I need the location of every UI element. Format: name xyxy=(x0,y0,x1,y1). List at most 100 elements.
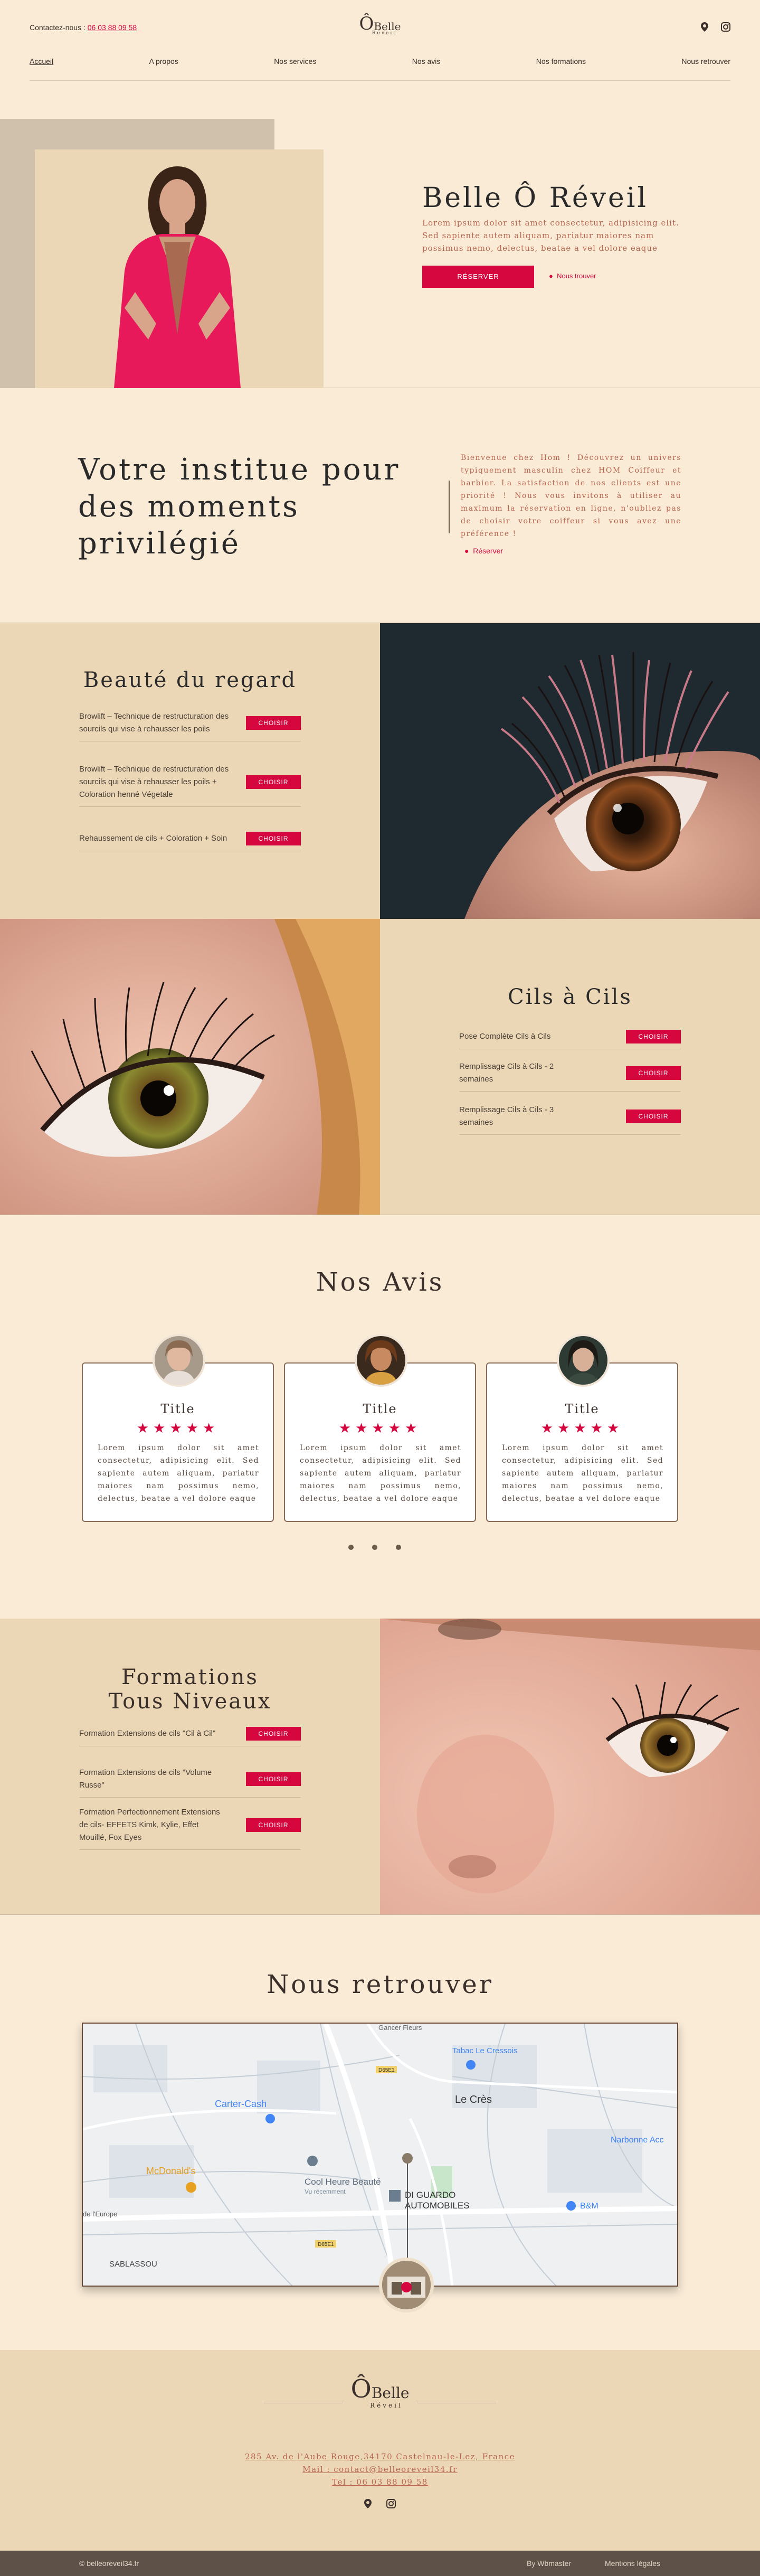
avis-title: Nos Avis xyxy=(316,1267,444,1297)
map-label: Carter-Cash xyxy=(215,2099,267,2109)
star-rating: ★★★★★ xyxy=(136,1421,220,1436)
eye-lashes-image xyxy=(380,623,760,919)
footer-mail[interactable]: Mail : contact@belleoreveil34.fr xyxy=(0,2463,760,2476)
footer-address[interactable]: 285 Av. de l'Aube Rouge,34170 Castelnau-… xyxy=(0,2450,760,2463)
carousel-dot[interactable] xyxy=(372,1545,377,1550)
review-text: Lorem ipsum dolor sit amet consectetur, … xyxy=(98,1444,259,1503)
mentions-legales-link[interactable]: Mentions légales xyxy=(605,2559,660,2568)
nous-trouver-label: Nous trouver xyxy=(557,272,596,280)
formation-label: Formation Extensions de cils "Volume Rus… xyxy=(79,1768,212,1790)
institut-divider xyxy=(449,481,450,533)
choisir-button[interactable]: CHOISIR xyxy=(246,832,301,845)
logo-o: Ô xyxy=(359,13,374,34)
review-text: Lorem ipsum dolor sit amet consectetur, … xyxy=(300,1444,461,1503)
logo-reveil: Réveil xyxy=(370,2402,403,2409)
footer: Ô Belle Réveil 285 Av. de l'Aube Rouge,3… xyxy=(0,2350,760,2551)
formations-title-line1: Formations xyxy=(121,1665,259,1689)
formation-label: Formation Extensions de cils "Cil à Cil" xyxy=(79,1729,216,1738)
regard-panel: Beauté du regard Browlift – Technique de… xyxy=(0,623,380,919)
footer-tel[interactable]: Tel : 06 03 88 09 58 xyxy=(0,2476,760,2488)
logo-o: Ô xyxy=(350,2374,372,2404)
phone-link[interactable]: 06 03 88 09 58 xyxy=(88,23,137,32)
hero-photo xyxy=(35,149,324,388)
footer-contact: 285 Av. de l'Aube Rouge,34170 Castelnau-… xyxy=(0,2450,760,2488)
map-label: de l'Europe xyxy=(83,2210,117,2218)
hero-title: Belle Ô Réveil xyxy=(422,182,649,214)
nav-formations[interactable]: Nos formations xyxy=(536,57,586,65)
star-rating: ★★★★★ xyxy=(338,1421,422,1436)
instagram-icon[interactable] xyxy=(386,2499,396,2508)
nav-avis[interactable]: Nos avis xyxy=(412,57,441,65)
nous-trouver-link[interactable]: ● Nous trouver xyxy=(549,272,596,280)
choisir-button[interactable]: CHOISIR xyxy=(246,1727,301,1741)
star-rating: ★★★★★ xyxy=(540,1421,624,1436)
green-eye-image xyxy=(0,919,380,1215)
carousel-dot[interactable] xyxy=(348,1545,354,1550)
contact-label: Contactez-nous : xyxy=(30,23,86,32)
carousel-dot[interactable] xyxy=(396,1545,401,1550)
map-label: SABLASSOU xyxy=(109,2260,157,2269)
review-card: Title ★★★★★ Lorem ipsum dolor sit amet c… xyxy=(284,1334,476,1522)
map-pin-icon[interactable] xyxy=(364,2499,372,2508)
logo-belle: Belle xyxy=(371,2384,410,2402)
reserver-link[interactable]: ● Réserver xyxy=(464,547,503,555)
avatar xyxy=(153,1334,205,1387)
choisir-button[interactable]: CHOISIR xyxy=(626,1066,681,1080)
wbmaster-link[interactable]: By Wbmaster xyxy=(527,2559,571,2568)
map-marker-photo[interactable] xyxy=(379,2258,434,2312)
bullet-icon: ● xyxy=(464,547,473,555)
map-label: Narbonne Acc xyxy=(611,2136,664,2145)
review-title: Title xyxy=(363,1402,397,1416)
hero-section: Belle Ô Réveil Lorem ipsum dolor sit ame… xyxy=(0,119,760,388)
bottom-bar: © belleoreveil34.fr By Wbmaster Mentions… xyxy=(0,2551,760,2576)
avatar xyxy=(355,1334,407,1387)
footer-icons xyxy=(364,2499,396,2508)
cils-panel: Cils à Cils Pose Complète Cils à Cils CH… xyxy=(380,919,760,1215)
woman-portrait-image xyxy=(35,149,324,388)
hero-text: Lorem ipsum dolor sit amet consectetur, … xyxy=(422,218,679,253)
site-header: Contactez-nous : 06 03 88 09 58 Ô Belle … xyxy=(0,0,760,84)
map-embed[interactable]: D65E1 D65E1 Tabac Le Cressois Gancer Fle… xyxy=(82,2023,678,2287)
regard-title: Beauté du regard xyxy=(83,668,297,692)
main-nav: Accueil A propos Nos services Nos avis N… xyxy=(30,57,730,81)
choisir-button[interactable]: CHOISIR xyxy=(246,716,301,730)
reserver-link-label: Réserver xyxy=(473,547,504,555)
choisir-button[interactable]: CHOISIR xyxy=(246,775,301,789)
choisir-button[interactable]: CHOISIR xyxy=(246,1772,301,1786)
choisir-button[interactable]: CHOISIR xyxy=(626,1030,681,1043)
review-card: Title ★★★★★ Lorem ipsum dolor sit amet c… xyxy=(82,1334,274,1522)
institut-title: Votre institue pour des moments privilég… xyxy=(78,453,401,561)
nav-accueil[interactable]: Accueil xyxy=(30,57,53,65)
cils-title: Cils à Cils xyxy=(508,985,632,1009)
map-label: DI GUARDO xyxy=(405,2190,455,2200)
map-pin-icon[interactable] xyxy=(701,22,708,32)
formation-row: Formation Perfectionnement Extensions de… xyxy=(79,1806,301,1850)
choisir-button[interactable]: CHOISIR xyxy=(626,1110,681,1123)
map-label: Tabac Le Cressois xyxy=(452,2046,517,2055)
formation-row: Formation Extensions de cils "Volume Rus… xyxy=(79,1766,301,1798)
formation-row: Formation Extensions de cils "Cil à Cil"… xyxy=(79,1727,301,1746)
choisir-button[interactable]: CHOISIR xyxy=(246,1818,301,1832)
face-closeup-image xyxy=(380,1619,760,1914)
bullet-icon: ● xyxy=(549,272,557,280)
review-title: Title xyxy=(565,1402,600,1416)
avatar xyxy=(557,1334,610,1387)
header-icons xyxy=(701,22,730,32)
map-label: B&M xyxy=(580,2202,598,2211)
map-label: AUTOMOBILES xyxy=(405,2201,470,2211)
map-label: Gancer Fleurs xyxy=(378,2024,422,2032)
road-label: D65E1 xyxy=(378,2067,395,2073)
nav-retrouver[interactable]: Nous retrouver xyxy=(681,57,730,65)
service-row: Browlift – Technique de restructuration … xyxy=(79,710,301,741)
service-row: Remplissage Cils à Cils - 3 semaines CHO… xyxy=(459,1104,681,1135)
nav-services[interactable]: Nos services xyxy=(274,57,316,65)
retrouver-title: Nous retrouver xyxy=(267,1970,493,1999)
reserver-button[interactable]: RÉSERVER xyxy=(422,266,534,288)
footer-logo[interactable]: Ô Belle Réveil xyxy=(0,2376,760,2409)
service-label: Rehaussement de cils + Coloration + Soin xyxy=(79,834,227,843)
logo[interactable]: Ô Belle Réveil xyxy=(359,15,401,36)
nav-apropos[interactable]: A propos xyxy=(149,57,178,65)
instagram-icon[interactable] xyxy=(721,22,730,32)
formation-label: Formation Perfectionnement Extensions de… xyxy=(79,1808,220,1842)
service-label: Browlift – Technique de restructuration … xyxy=(79,712,229,734)
